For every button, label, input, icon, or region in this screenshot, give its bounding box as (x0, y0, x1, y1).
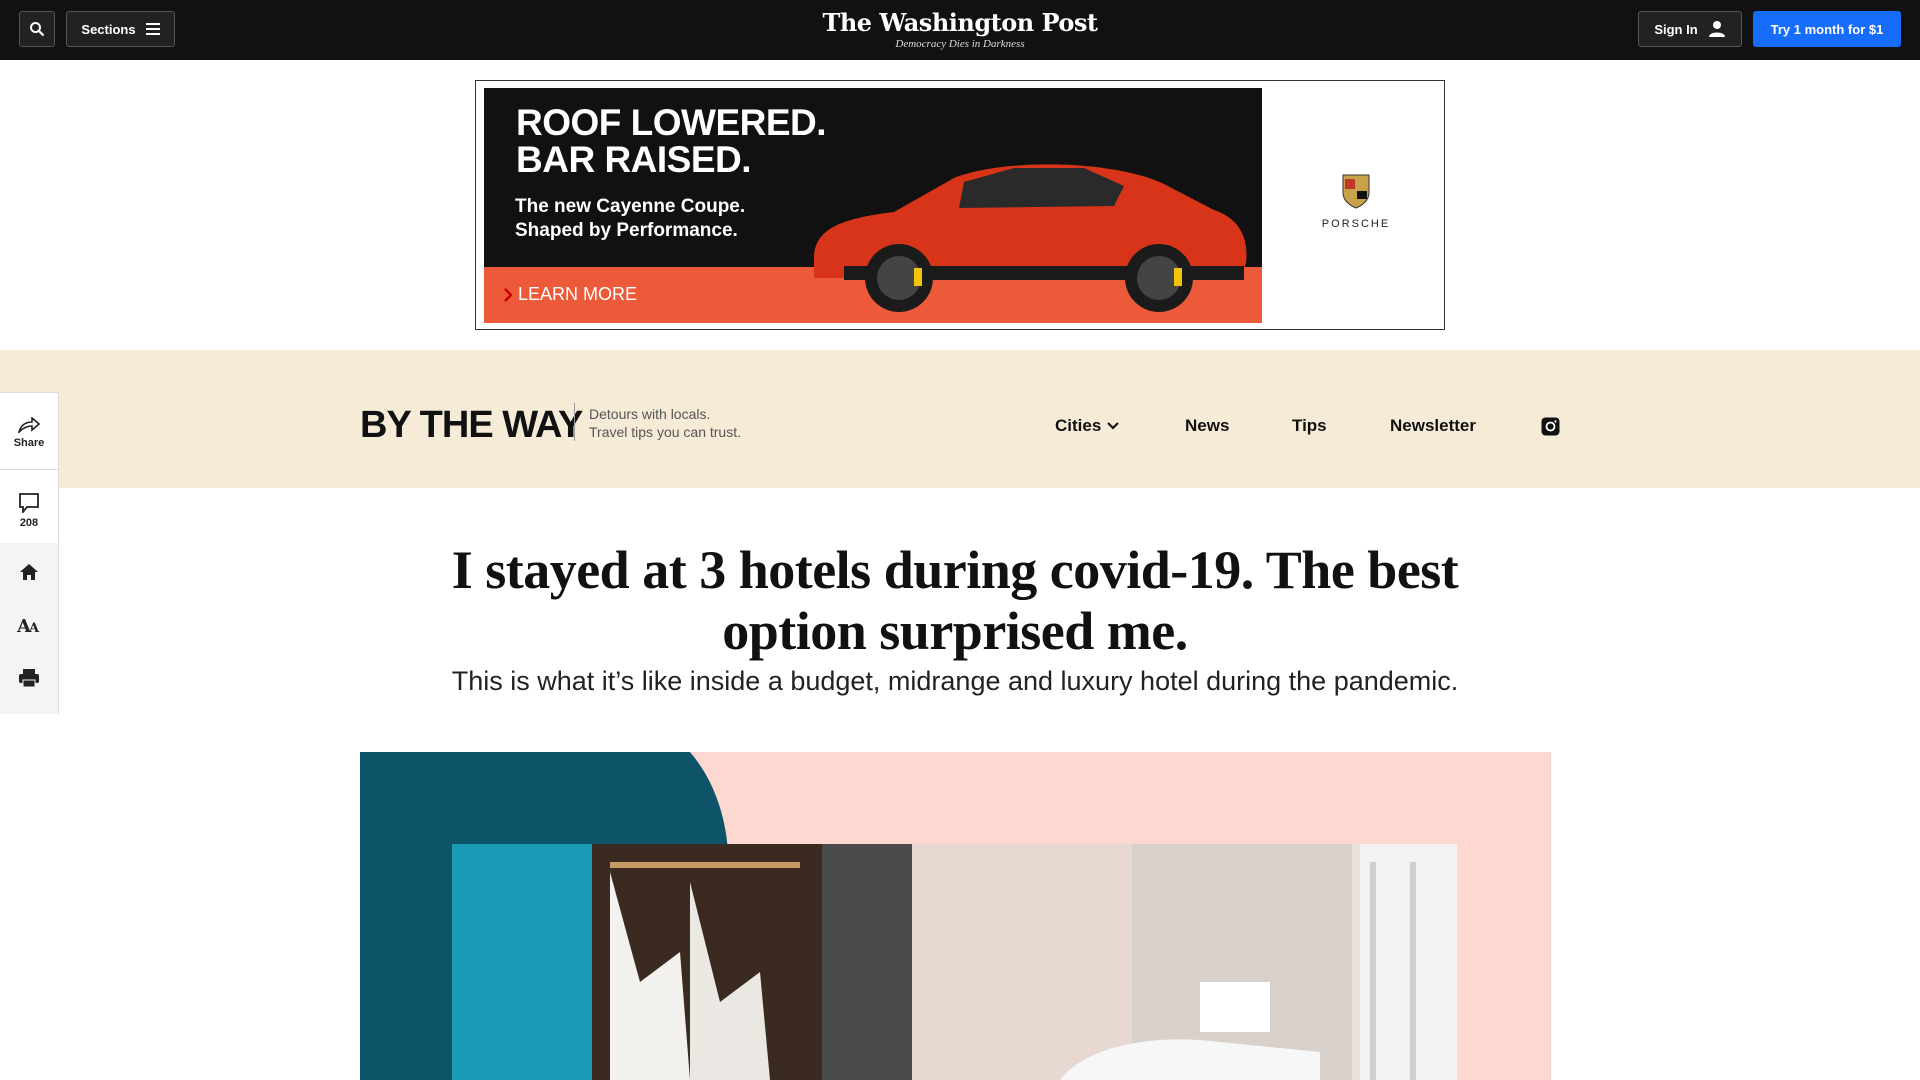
ad-cta-label: LEARN MORE (518, 284, 638, 304)
left-action-rail: Share 208 AA (0, 392, 59, 714)
ad-headline: ROOF LOWERED. BAR RAISED. (516, 102, 827, 180)
print-button[interactable] (0, 665, 58, 691)
rail-divider (0, 469, 58, 470)
nav-cities[interactable]: Cities (1055, 416, 1120, 436)
section-tagline-line1: Detours with locals. (589, 406, 711, 422)
article-subheadline: This is what it’s like inside a budget, … (451, 666, 1459, 696)
ad-headline-line1: ROOF LOWERED. (516, 102, 827, 143)
share-icon (18, 417, 40, 433)
porsche-wordmark: PORSCHE (1321, 218, 1391, 230)
car-image (814, 164, 1247, 312)
ad-learn-more-link[interactable]: LEARN MORE (504, 284, 637, 305)
search-icon (30, 22, 45, 37)
sections-label: Sections (81, 21, 136, 37)
hotel-room-illustration (360, 752, 1457, 1080)
comments-button[interactable]: 208 (0, 487, 58, 535)
home-button[interactable] (0, 559, 58, 585)
instagram-icon[interactable] (1541, 417, 1560, 436)
article-headline: I stayed at 3 hotels during covid-19. Th… (451, 540, 1459, 661)
home-icon (20, 564, 38, 580)
porsche-brand: PORSCHE (1276, 171, 1436, 230)
comment-icon (19, 493, 39, 513)
sections-button[interactable]: Sections (66, 11, 175, 47)
section-divider (574, 403, 575, 441)
section-tagline-line2: Travel tips you can trust. (589, 424, 741, 440)
ad-creative[interactable]: ROOF LOWERED. BAR RAISED. The new Cayenn… (484, 88, 1262, 323)
comments-count: 208 (19, 517, 39, 529)
search-button[interactable] (19, 11, 55, 47)
share-button[interactable]: Share (0, 411, 58, 455)
chevron-down-icon (1107, 422, 1120, 430)
by-the-way-logo[interactable]: BY THE WAY (360, 404, 583, 447)
advertisement-banner[interactable]: ROOF LOWERED. BAR RAISED. The new Cayenn… (475, 80, 1445, 330)
masthead[interactable]: The Washington Post Democracy Dies in Da… (760, 8, 1160, 50)
nav-newsletter[interactable]: Newsletter (1390, 416, 1476, 436)
menu-icon (145, 23, 160, 35)
masthead-tagline: Democracy Dies in Darkness (895, 38, 1025, 50)
top-navigation-bar: Sections The Washington Post Democracy D… (0, 0, 1920, 60)
nav-news[interactable]: News (1185, 416, 1229, 436)
share-label: Share (13, 437, 45, 449)
nav-tips[interactable]: Tips (1292, 416, 1327, 436)
sign-in-label: Sign In (1654, 21, 1698, 37)
user-icon (1708, 21, 1725, 37)
sign-in-button[interactable]: Sign In (1638, 11, 1742, 47)
ad-subtext-line2: Shaped by Performance. (515, 220, 738, 241)
section-tagline: Detours with locals. Travel tips you can… (589, 405, 741, 441)
subscribe-button[interactable]: Try 1 month for $1 (1753, 11, 1901, 47)
ad-headline-line2: BAR RAISED. (516, 139, 752, 180)
font-size-icon: AA (17, 616, 40, 634)
text-size-button[interactable]: AA (0, 612, 58, 638)
hero-image (360, 752, 1551, 1080)
ad-subtext-line1: The new Cayenne Coupe. (515, 196, 746, 217)
washington-post-logo[interactable]: The Washington Post (760, 8, 1160, 37)
section-header-band (0, 350, 1920, 488)
nav-cities-label: Cities (1055, 416, 1102, 435)
chevron-right-icon (504, 287, 512, 302)
ad-subtext: The new Cayenne Coupe. Shaped by Perform… (515, 195, 745, 243)
porsche-crest-icon (1342, 174, 1370, 209)
svg-text:A: A (28, 621, 40, 634)
print-icon (19, 669, 39, 688)
